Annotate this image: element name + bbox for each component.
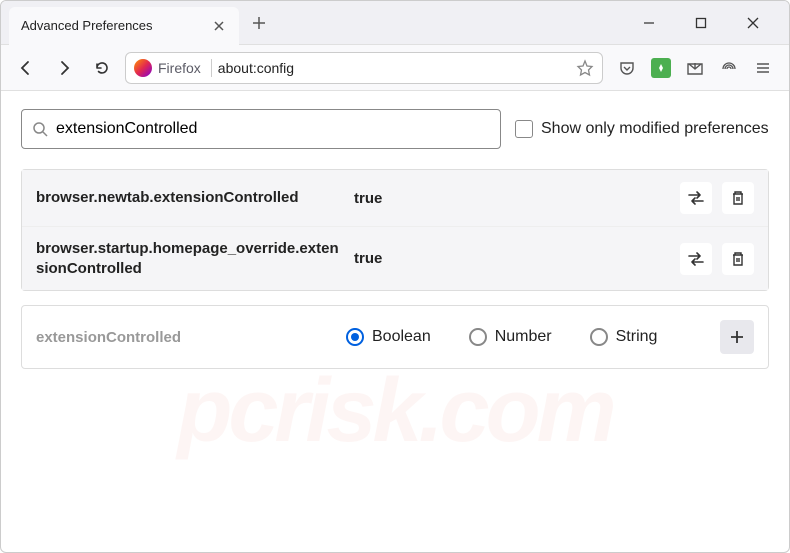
preference-actions bbox=[680, 243, 754, 275]
inbox-icon[interactable] bbox=[685, 58, 705, 78]
search-icon bbox=[32, 121, 48, 137]
checkbox-text: Show only modified preferences bbox=[541, 120, 769, 138]
radio-number[interactable]: Number bbox=[469, 328, 552, 346]
close-window-button[interactable] bbox=[737, 7, 769, 39]
radio-label: Boolean bbox=[372, 328, 431, 346]
search-row: Show only modified preferences bbox=[21, 109, 769, 149]
add-preference-row: extensionControlled Boolean Number Strin… bbox=[22, 306, 768, 368]
preferences-list: browser.newtab.extensionControlled true … bbox=[21, 169, 769, 291]
new-tab-button[interactable] bbox=[245, 9, 273, 37]
close-tab-icon[interactable] bbox=[211, 18, 227, 34]
show-modified-checkbox-label[interactable]: Show only modified preferences bbox=[515, 120, 769, 138]
menu-button[interactable] bbox=[753, 58, 773, 78]
show-modified-checkbox[interactable] bbox=[515, 120, 533, 138]
add-preference-name: extensionControlled bbox=[36, 329, 346, 346]
content-area: Show only modified preferences browser.n… bbox=[1, 91, 789, 387]
radio-string[interactable]: String bbox=[590, 328, 658, 346]
extension-icon[interactable] bbox=[651, 58, 671, 78]
titlebar: Advanced Preferences bbox=[1, 1, 789, 45]
window-controls bbox=[633, 7, 781, 39]
radio-input[interactable] bbox=[590, 328, 608, 346]
delete-button[interactable] bbox=[722, 182, 754, 214]
preference-actions bbox=[680, 182, 754, 214]
radio-boolean[interactable]: Boolean bbox=[346, 328, 431, 346]
toggle-button[interactable] bbox=[680, 182, 712, 214]
preference-name: browser.newtab.extensionControlled bbox=[36, 188, 346, 208]
radio-label: Number bbox=[495, 328, 552, 346]
search-box[interactable] bbox=[21, 109, 501, 149]
navbar: Firefox bbox=[1, 45, 789, 91]
maximize-button[interactable] bbox=[685, 7, 717, 39]
type-radio-group: Boolean Number String bbox=[346, 328, 720, 346]
preference-value: true bbox=[346, 250, 680, 267]
preference-row: browser.newtab.extensionControlled true bbox=[22, 170, 768, 227]
url-input[interactable] bbox=[218, 60, 570, 76]
radio-label: String bbox=[616, 328, 658, 346]
radio-input[interactable] bbox=[469, 328, 487, 346]
add-preference-panel: extensionControlled Boolean Number Strin… bbox=[21, 305, 769, 369]
shield-icon[interactable] bbox=[719, 58, 739, 78]
firefox-icon bbox=[134, 59, 152, 77]
delete-button[interactable] bbox=[722, 243, 754, 275]
forward-button[interactable] bbox=[49, 53, 79, 83]
add-button[interactable] bbox=[720, 320, 754, 354]
urlbar-separator bbox=[211, 59, 212, 77]
radio-input[interactable] bbox=[346, 328, 364, 346]
browser-tab[interactable]: Advanced Preferences bbox=[9, 7, 239, 45]
toggle-button[interactable] bbox=[680, 243, 712, 275]
url-bar[interactable]: Firefox bbox=[125, 52, 603, 84]
preference-value: true bbox=[346, 190, 680, 207]
preference-row: browser.startup.homepage_override.extens… bbox=[22, 227, 768, 290]
bookmark-star-icon[interactable] bbox=[576, 59, 594, 77]
minimize-button[interactable] bbox=[633, 7, 665, 39]
back-button[interactable] bbox=[11, 53, 41, 83]
reload-button[interactable] bbox=[87, 53, 117, 83]
toolbar-right bbox=[611, 58, 779, 78]
pocket-icon[interactable] bbox=[617, 58, 637, 78]
tab-title: Advanced Preferences bbox=[21, 18, 211, 33]
search-input[interactable] bbox=[56, 120, 490, 138]
urlbar-identity-label: Firefox bbox=[158, 60, 205, 76]
preference-name: browser.startup.homepage_override.extens… bbox=[36, 239, 346, 278]
